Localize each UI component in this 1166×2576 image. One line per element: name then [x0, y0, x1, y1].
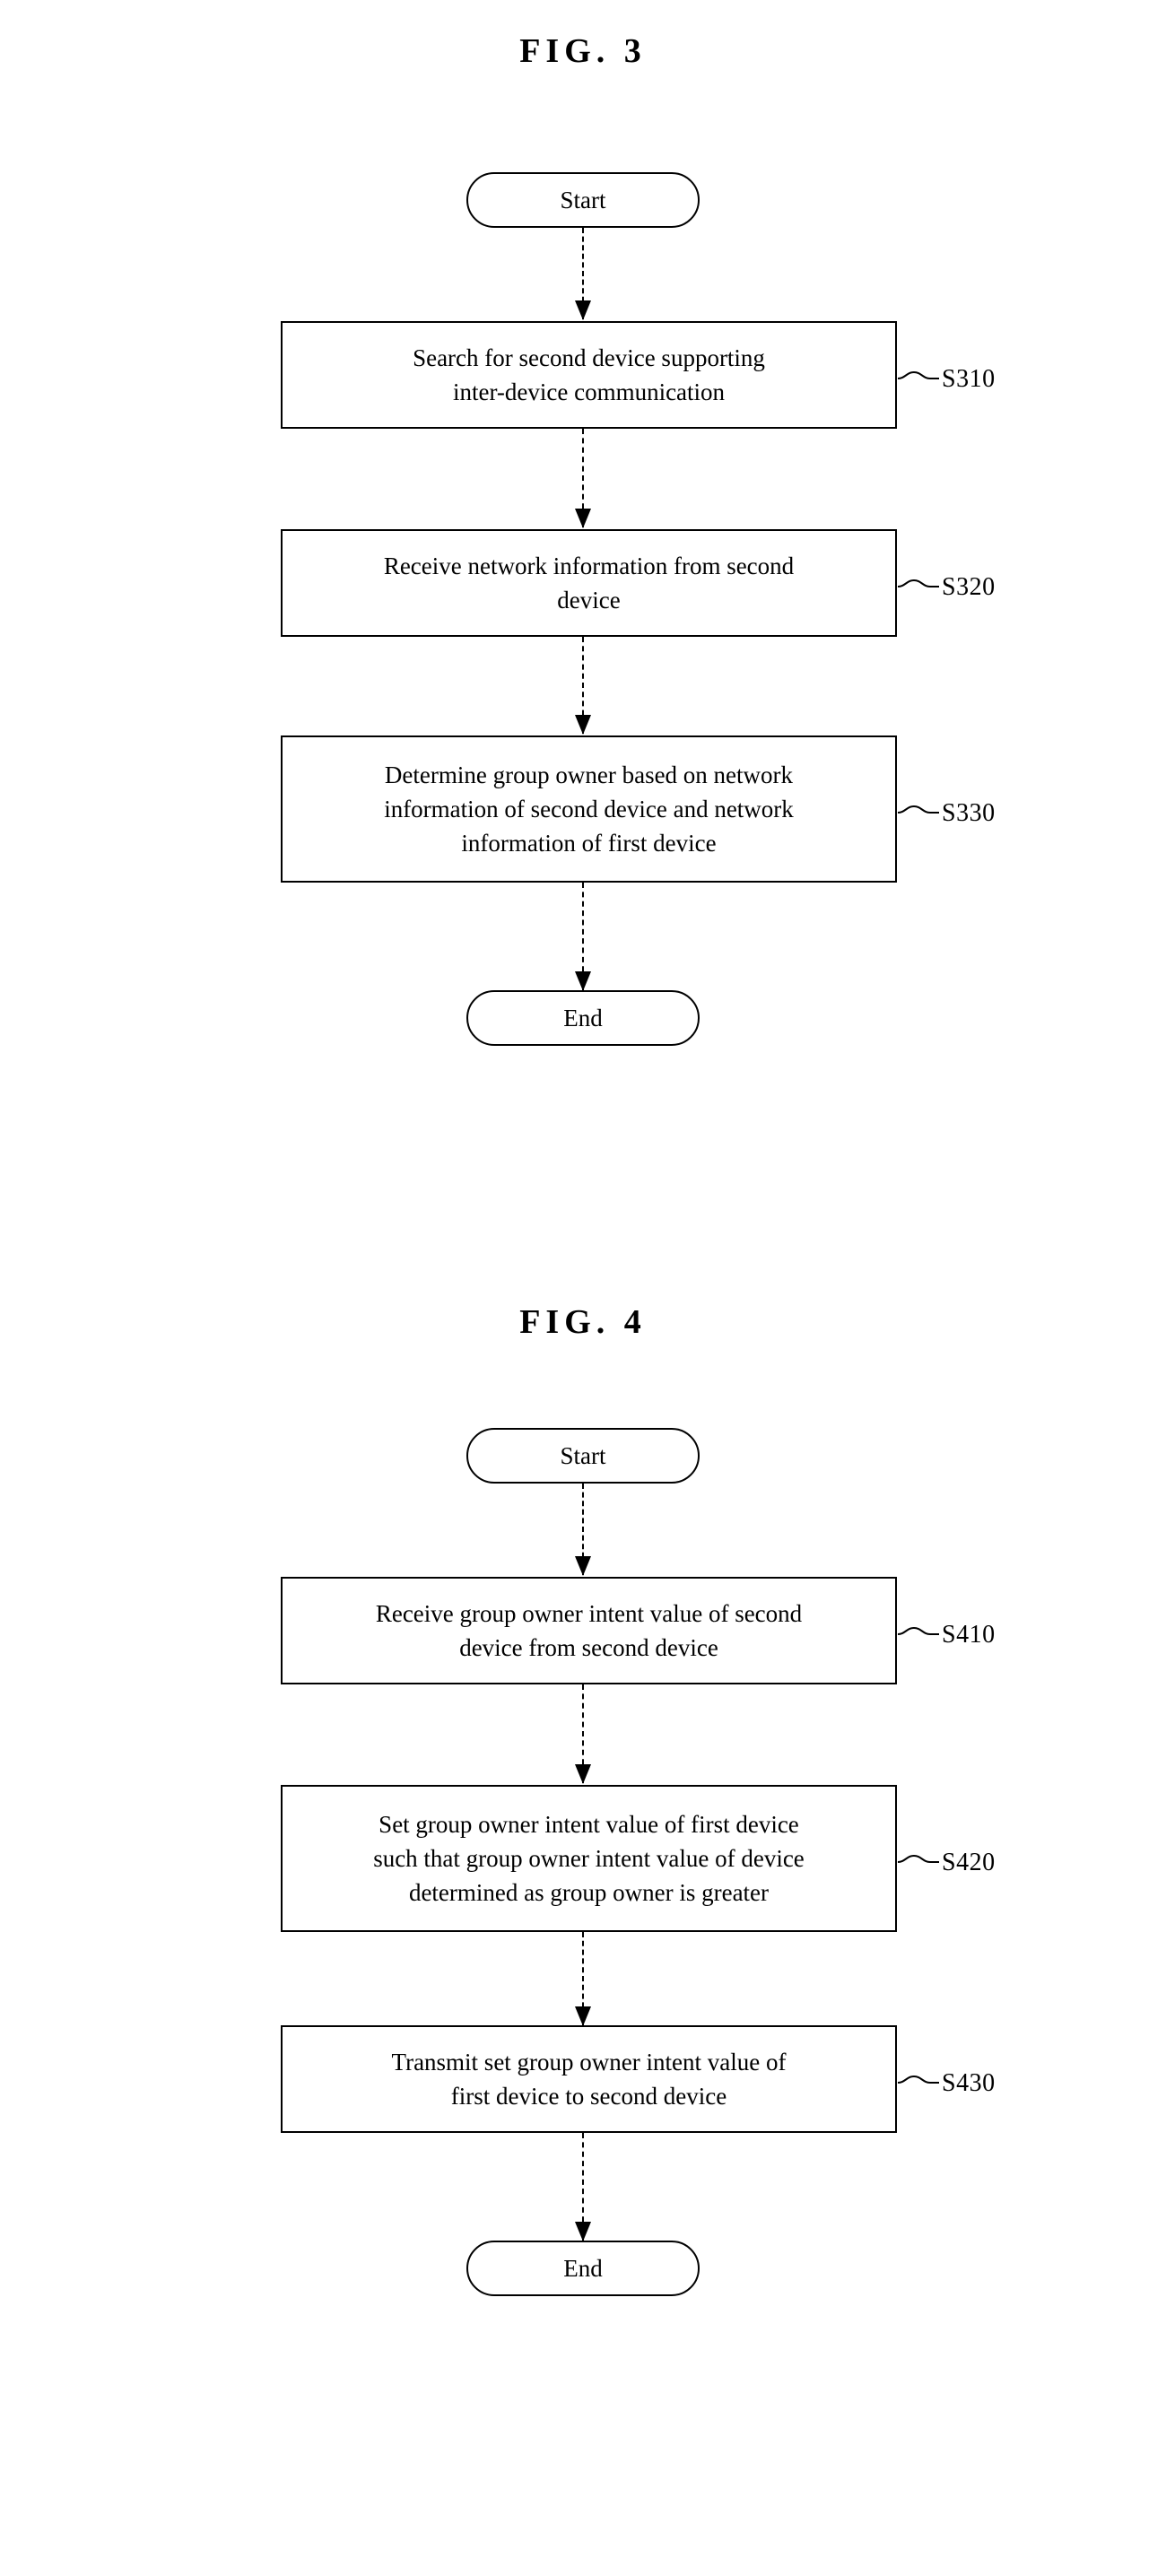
arrow-head-icon: [575, 2222, 591, 2241]
fig3-start-label: Start: [560, 186, 606, 213]
figure-4-flowchart: Start Receive group owner intent value o…: [0, 1274, 1166, 2576]
fig3-step-box-s320: Receive network information from second …: [281, 529, 897, 637]
fig4-step-box-s430: Transmit set group owner intent value of…: [281, 2025, 897, 2133]
arrow-head-icon: [575, 300, 591, 320]
figure-3-flowchart: Start Search for second device supportin…: [0, 0, 1166, 1166]
fig3-start-terminal: Start: [466, 172, 700, 228]
fig4-connector-start-to-s410: [575, 1484, 591, 1576]
fig3-leader-s310: [898, 370, 939, 382]
fig4-step-ref-s410: S410: [942, 1621, 996, 1649]
fig4-step-ref-s420: S420: [942, 1849, 996, 1876]
fig3-step-ref-s320: S320: [942, 573, 996, 601]
figure-3: FIG. 3 Start Search for second device su…: [0, 0, 1166, 1166]
fig4-step-ref-s430: S430: [942, 2069, 996, 2097]
fig3-step-text-s320: Receive network information from second …: [383, 552, 795, 614]
fig3-end-label: End: [563, 1004, 603, 1031]
fig4-step-text-s420: Set group owner intent value of first de…: [373, 1810, 805, 1907]
figure-4: FIG. 4 Start Receive group owner intent …: [0, 1274, 1166, 2576]
fig4-step-text-s430: Transmit set group owner intent value of…: [391, 2048, 787, 2110]
arrow-head-icon: [575, 715, 591, 735]
fig3-connector-start-to-s310: [575, 228, 591, 320]
fig3-step-ref-s330: S330: [942, 799, 996, 827]
fig4-end-terminal: End: [466, 2241, 700, 2296]
arrow-head-icon: [575, 509, 591, 528]
fig3-step-box-s330: Determine group owner based on network i…: [281, 735, 897, 883]
fig4-leader-s410: [898, 1625, 939, 1638]
fig4-step-text-s410: Receive group owner intent value of seco…: [375, 1599, 803, 1661]
fig3-step-text-s330: Determine group owner based on network i…: [384, 761, 794, 857]
arrow-head-icon: [575, 2006, 591, 2026]
arrow-head-icon: [575, 1556, 591, 1576]
fig3-step-text-s310: Search for second device supporting inte…: [413, 344, 765, 405]
fig4-step-box-s410: Receive group owner intent value of seco…: [281, 1577, 897, 1684]
fig3-connector-s320-to-s330: [575, 637, 591, 735]
fig3-end-terminal: End: [466, 990, 700, 1046]
arrow-head-icon: [575, 1764, 591, 1784]
fig3-step-ref-s310: S310: [942, 365, 996, 393]
fig4-step-box-s420: Set group owner intent value of first de…: [281, 1785, 897, 1932]
fig4-start-terminal: Start: [466, 1428, 700, 1484]
fig4-end-label: End: [563, 2254, 603, 2282]
fig3-leader-s320: [898, 578, 939, 590]
fig4-connector-s430-to-end: [575, 2133, 591, 2241]
fig3-connector-s310-to-s320: [575, 429, 591, 528]
fig4-leader-s420: [898, 1853, 939, 1866]
fig3-step-box-s310: Search for second device supporting inte…: [281, 321, 897, 429]
fig4-start-label: Start: [560, 1441, 606, 1469]
fig4-connector-s420-to-s430: [575, 1932, 591, 2026]
arrow-head-icon: [575, 971, 591, 991]
fig4-connector-s410-to-s420: [575, 1684, 591, 1784]
fig3-leader-s330: [898, 804, 939, 816]
fig4-leader-s430: [898, 2074, 939, 2086]
fig3-connector-s330-to-end: [575, 883, 591, 991]
